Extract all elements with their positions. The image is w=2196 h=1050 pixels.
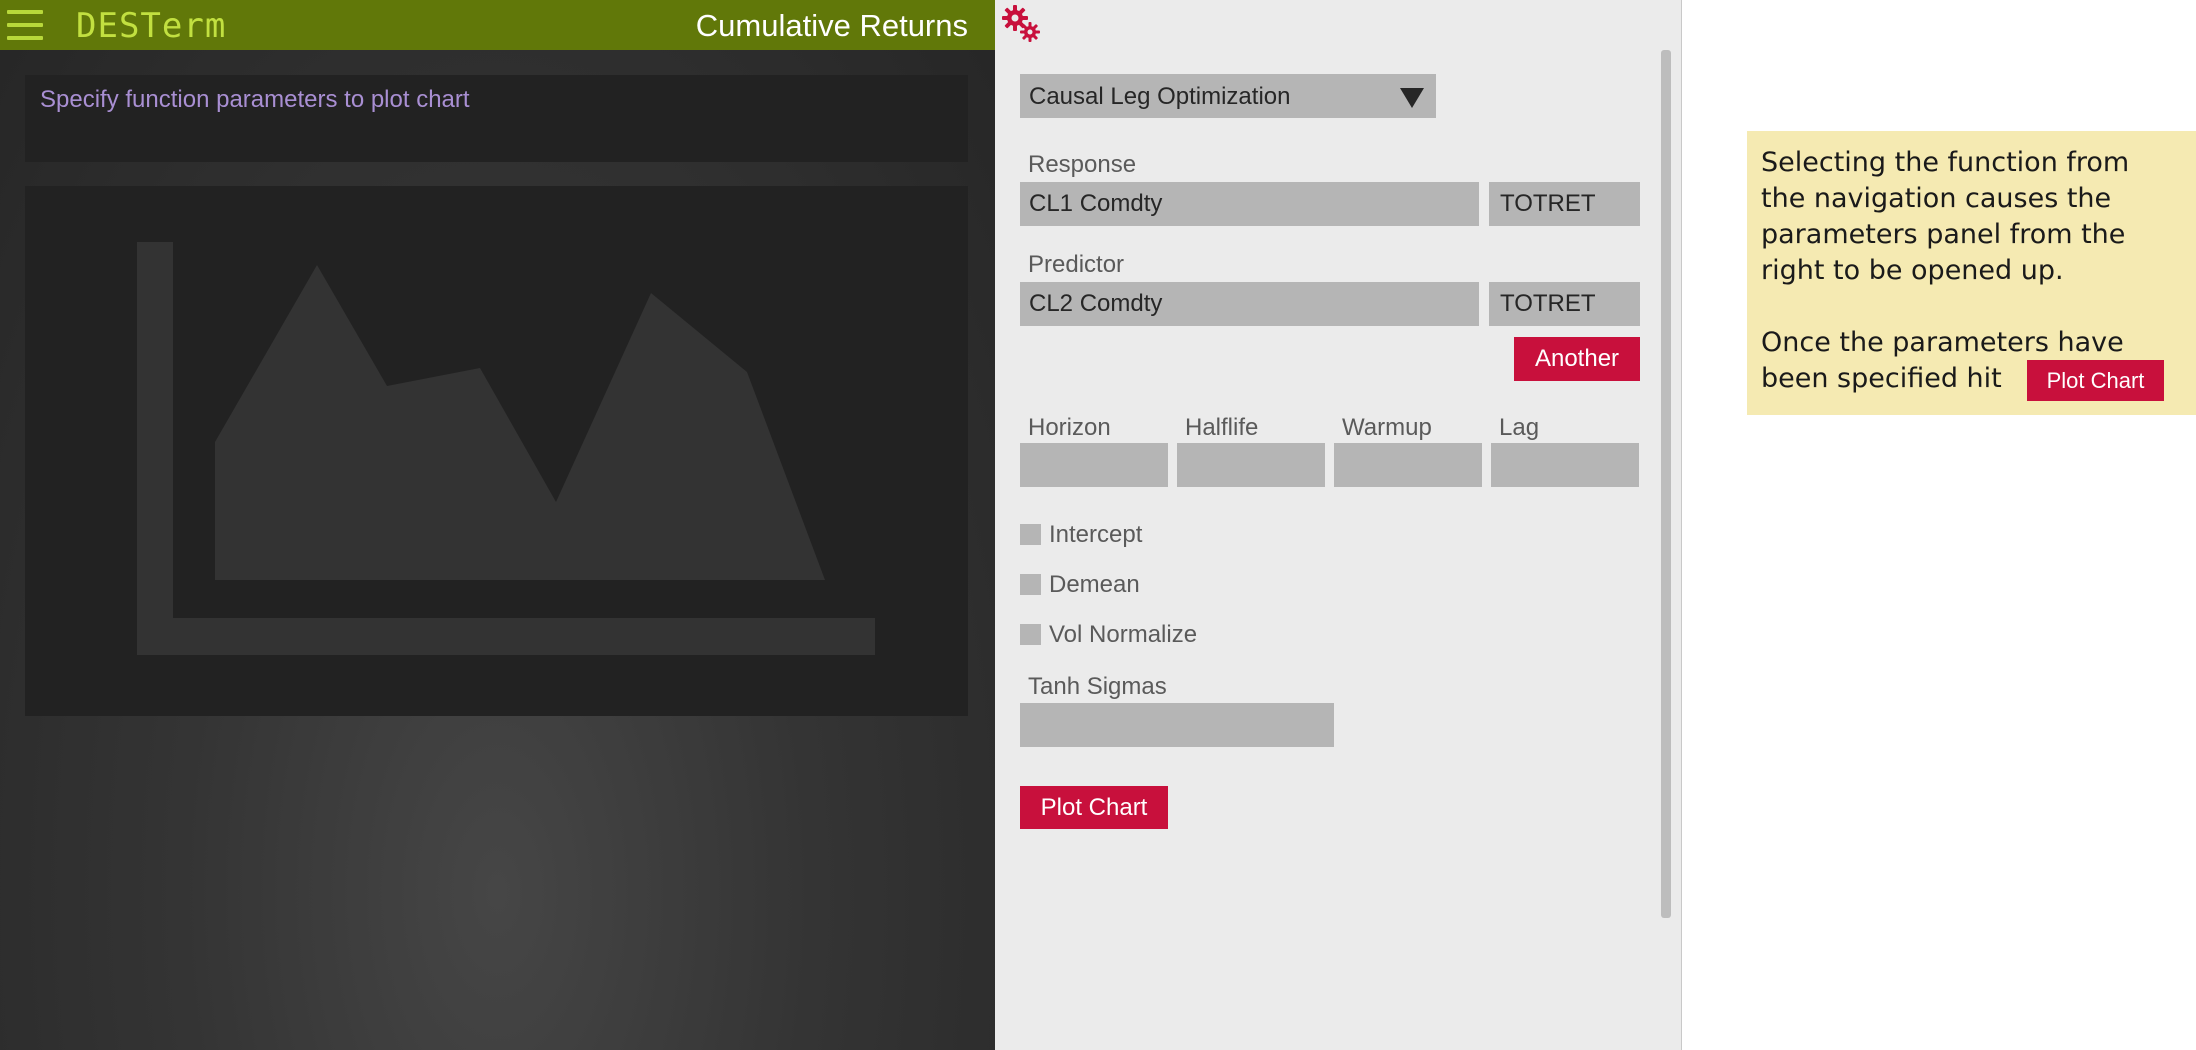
demean-label: Demean <box>1049 571 1140 598</box>
parameters-panel: Causal Leg Optimization Response CL1 Com… <box>995 0 1682 1050</box>
another-button[interactable]: Another <box>1514 337 1640 381</box>
response-field-input[interactable]: TOTRET <box>1489 182 1640 226</box>
hamburger-menu-icon[interactable] <box>7 10 43 40</box>
lag-label: Lag <box>1499 414 1540 441</box>
halflife-label: Halflife <box>1185 414 1259 441</box>
help-plot-chart-button[interactable]: Plot Chart <box>2027 360 2164 401</box>
message-text: Specify function parameters to plot char… <box>40 86 470 113</box>
horizon-label: Horizon <box>1028 414 1111 441</box>
chart-placeholder <box>25 186 968 716</box>
message-panel: Specify function parameters to plot char… <box>25 75 968 162</box>
vol-normalize-label: Vol Normalize <box>1049 621 1198 648</box>
chart-title: Cumulative Returns <box>695 8 968 43</box>
predictor-field-input[interactable]: TOTRET <box>1489 282 1640 326</box>
warmup-label: Warmup <box>1342 414 1432 441</box>
function-select[interactable]: Causal Leg Optimization <box>1020 74 1436 118</box>
intercept-checkbox[interactable] <box>1020 524 1041 545</box>
app-root: DESTerm Cumulative Returns Specify funct… <box>0 0 2196 1050</box>
scrollbar[interactable] <box>1661 50 1671 918</box>
triangle-down-icon <box>1400 88 1424 108</box>
chart-area-shape <box>215 265 825 580</box>
tanh-sigmas-input[interactable] <box>1020 703 1334 747</box>
top-bar: DESTerm Cumulative Returns <box>0 0 995 50</box>
help-note: Selecting the function from the navigati… <box>1747 131 2196 415</box>
area-chart-icon <box>137 242 875 655</box>
predictor-label: Predictor <box>1028 251 1125 278</box>
warmup-input[interactable] <box>1334 443 1482 487</box>
response-label: Response <box>1028 151 1137 178</box>
intercept-label: Intercept <box>1049 521 1143 548</box>
response-ticker-input[interactable]: CL1 Comdty <box>1020 182 1479 226</box>
function-select-value: Causal Leg Optimization <box>1029 83 1291 110</box>
predictor-ticker-input[interactable]: CL2 Comdty <box>1020 282 1479 326</box>
help-text-hit: been specified hit <box>1761 363 2002 394</box>
lag-input[interactable] <box>1491 443 1639 487</box>
vol-normalize-checkbox[interactable] <box>1020 624 1041 645</box>
demean-checkbox[interactable] <box>1020 574 1041 595</box>
chart-area: DESTerm Cumulative Returns Specify funct… <box>0 0 995 1050</box>
app-name: DESTerm <box>76 6 227 46</box>
tanh-sigmas-label: Tanh Sigmas <box>1028 673 1167 700</box>
plot-chart-button[interactable]: Plot Chart <box>1020 786 1168 829</box>
help-text-selecting: Selecting the function from the navigati… <box>1761 147 2130 286</box>
halflife-input[interactable] <box>1177 443 1325 487</box>
help-text-once: Once the parameters have <box>1761 327 2124 358</box>
gear-icon[interactable] <box>1001 4 1045 48</box>
horizon-input[interactable] <box>1020 443 1168 487</box>
